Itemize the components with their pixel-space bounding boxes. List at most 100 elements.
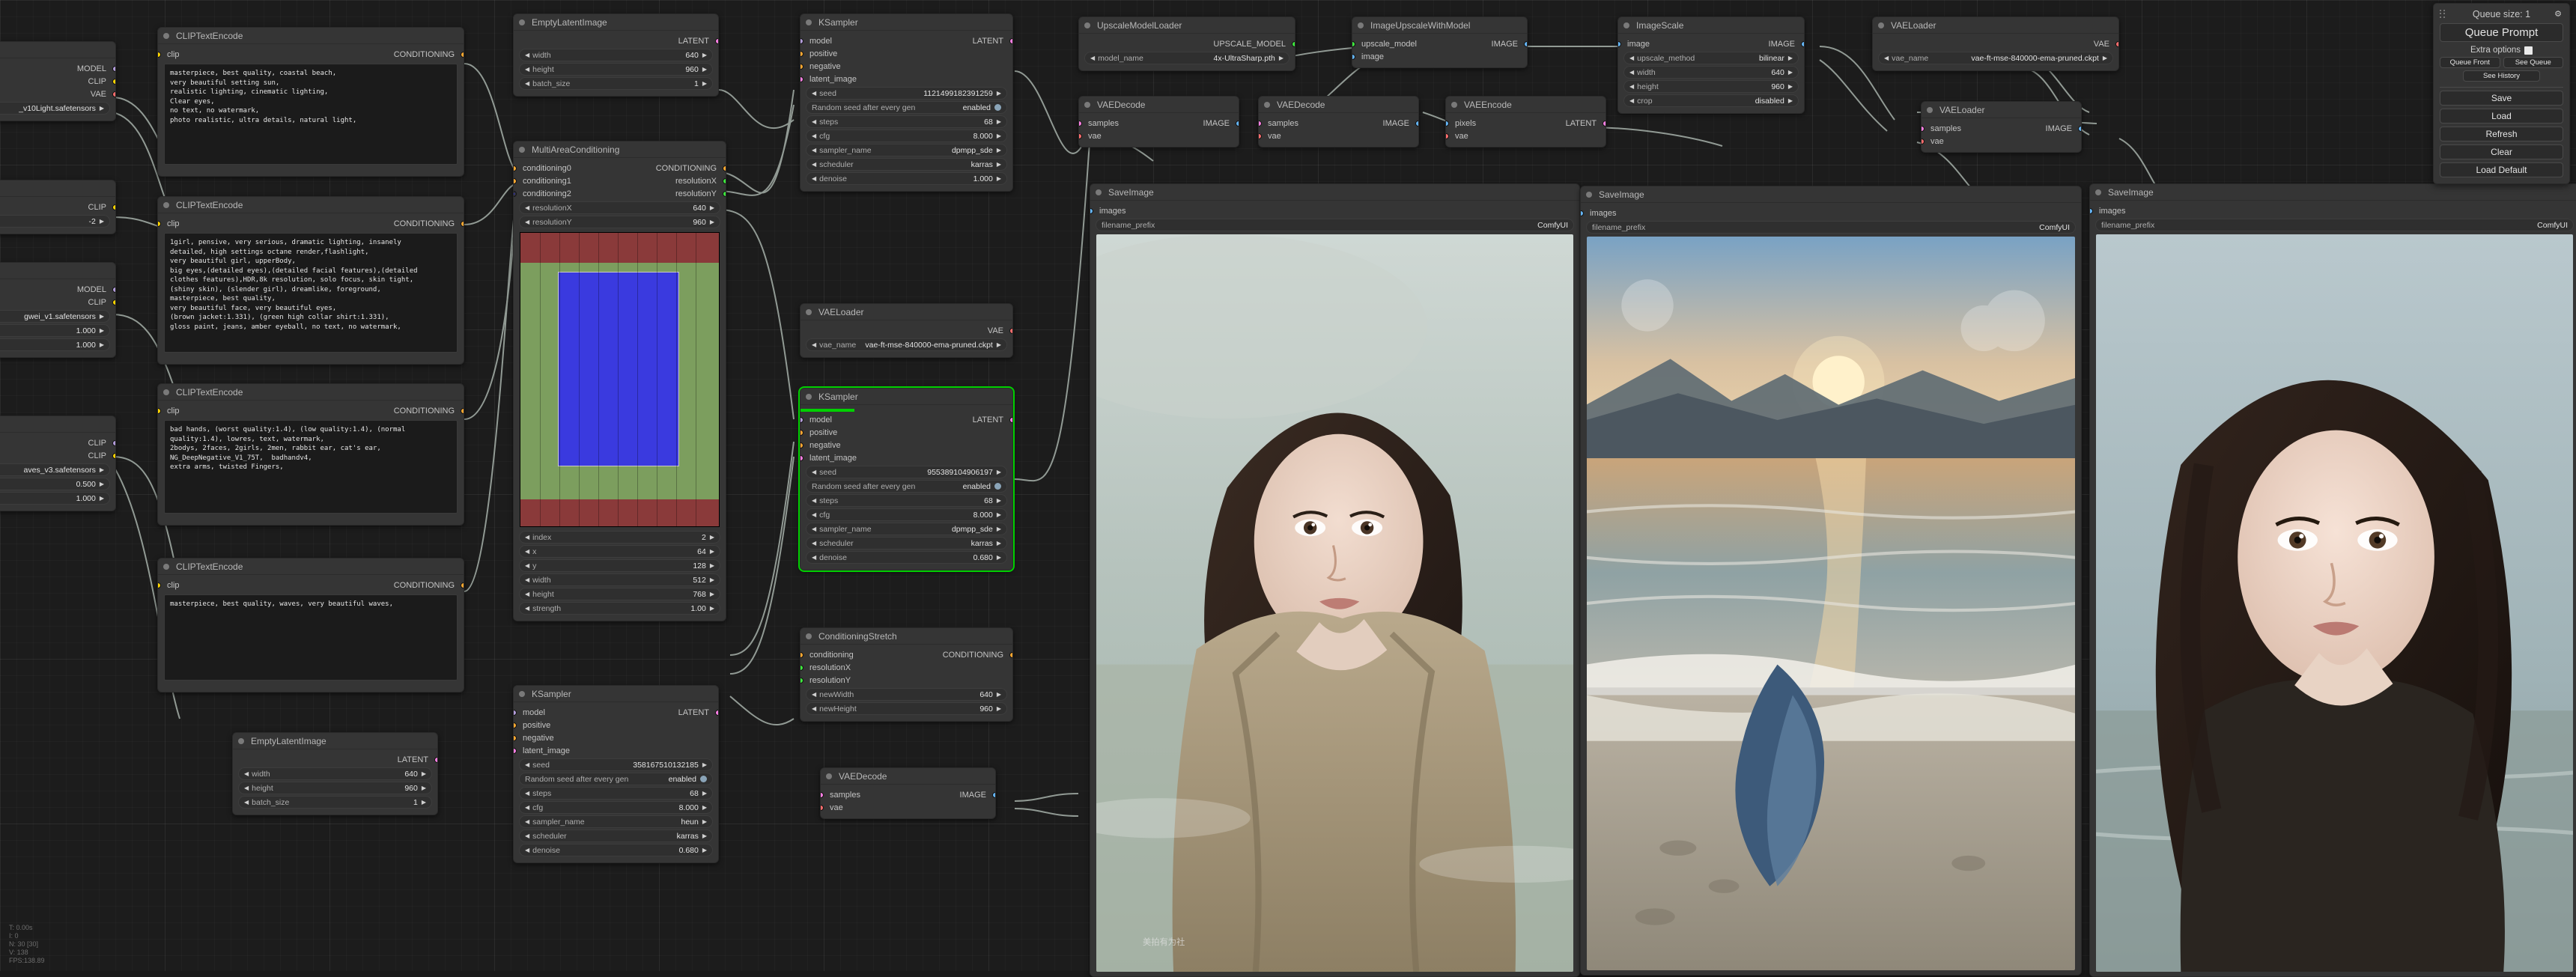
decrement-icon[interactable]: ◀ xyxy=(525,577,529,583)
increment-icon[interactable]: ▶ xyxy=(1788,98,1793,104)
decrement-icon[interactable]: ◀ xyxy=(525,762,529,768)
decrement-icon[interactable]: ◀ xyxy=(812,147,816,153)
slot-row[interactable]: clip CONDITIONING xyxy=(158,579,464,591)
slot-conditioning0[interactable]: conditioning0 CONDITIONING xyxy=(514,162,726,174)
comfyui-menu-panel[interactable]: Queue size: 1 ⚙ Queue Prompt Extra optio… xyxy=(2433,3,2570,184)
widget-upscale-method[interactable]: ◀ upscale_method bilinear ▶ xyxy=(1623,52,1799,64)
decrement-icon[interactable]: ◀ xyxy=(812,176,816,182)
slot-conditioning[interactable]: conditioning CONDITIONING xyxy=(801,648,1012,661)
extra-options-row[interactable]: Extra options xyxy=(2440,46,2563,55)
collapse-icon[interactable] xyxy=(519,19,525,25)
port-latent[interactable] xyxy=(1009,38,1013,44)
widget-strength-clip[interactable]: ◀ 1.000 ▶ xyxy=(0,492,110,505)
port-samples[interactable] xyxy=(1078,121,1082,127)
widget-width[interactable]: ◀ width 512 ▶ xyxy=(519,573,720,586)
node-vae-decode-a[interactable]: VAEDecode samples IMAGE vae xyxy=(1078,96,1239,147)
port-latent[interactable] xyxy=(434,757,438,763)
collapse-icon[interactable] xyxy=(163,33,169,39)
port-positive[interactable] xyxy=(800,430,804,436)
decrement-icon[interactable]: ◀ xyxy=(812,541,816,547)
increment-icon[interactable]: ▶ xyxy=(702,833,707,839)
port-image-out[interactable] xyxy=(1801,41,1805,47)
widget-ckpt-name[interactable]: ◀ _v10Light.safetensors ▶ xyxy=(0,102,110,115)
decrement-icon[interactable]: ◀ xyxy=(525,549,529,555)
collapse-icon[interactable] xyxy=(1358,22,1364,28)
save-button[interactable]: Save xyxy=(2440,91,2563,106)
widget-lora-name[interactable]: ◀ gwei_v1.safetensors ▶ xyxy=(0,310,110,323)
increment-icon[interactable]: ▶ xyxy=(710,205,714,211)
port-conditioning-out[interactable] xyxy=(1009,652,1013,658)
widget-cfg[interactable]: ◀ cfg 8.000 ▶ xyxy=(806,508,1007,521)
output-slot-vae[interactable]: VAE xyxy=(0,88,115,100)
port-positive[interactable] xyxy=(513,722,517,728)
widget-height[interactable]: ◀ height 960 ▶ xyxy=(1623,80,1799,93)
node-vae-decode-bottom[interactable]: VAEDecode samples IMAGE vae xyxy=(820,767,996,819)
node-clip-text-encode-4[interactable]: CLIPTextEncode clip CONDITIONING masterp… xyxy=(157,558,464,693)
slot-upscale-model[interactable]: upscale_model IMAGE xyxy=(1352,37,1527,50)
increment-icon[interactable]: ▶ xyxy=(710,219,714,225)
node-save-image-2[interactable]: SaveImage images filename_prefix ComfyUI xyxy=(1580,186,2082,976)
collapse-icon[interactable] xyxy=(2095,189,2101,195)
node-ksampler-bottom[interactable]: KSampler model LATENT positive negative … xyxy=(513,685,719,863)
decrement-icon[interactable]: ◀ xyxy=(244,800,249,806)
output-slot-model[interactable]: CLIP xyxy=(0,436,115,449)
increment-icon[interactable]: ▶ xyxy=(710,606,714,612)
increment-icon[interactable]: ▶ xyxy=(997,119,1001,125)
port-upscale-model[interactable] xyxy=(1352,41,1355,47)
widget-steps[interactable]: ◀ steps 68 ▶ xyxy=(806,494,1007,507)
port-latent-image[interactable] xyxy=(513,748,517,754)
see-queue-button[interactable]: See Queue xyxy=(2503,57,2564,68)
port-clip[interactable] xyxy=(112,204,116,210)
slot-positive[interactable]: positive xyxy=(514,719,718,731)
port-vae[interactable] xyxy=(1078,133,1082,139)
widget-cfg[interactable]: ◀ cfg 8.000 ▶ xyxy=(806,130,1007,142)
increment-icon[interactable]: ▶ xyxy=(100,314,104,320)
widget-steps[interactable]: ◀ steps 68 ▶ xyxy=(519,787,713,800)
port-latent[interactable] xyxy=(1603,121,1606,127)
port-samples[interactable] xyxy=(1258,121,1262,127)
node-conditioning-stretch[interactable]: ConditioningStretch conditioning CONDITI… xyxy=(800,627,1013,722)
output-slot-vae[interactable]: VAE xyxy=(801,324,1012,337)
port-resolutiony[interactable] xyxy=(723,191,726,197)
gear-icon[interactable]: ⚙ xyxy=(2554,9,2562,19)
increment-icon[interactable]: ▶ xyxy=(100,496,104,502)
decrement-icon[interactable]: ◀ xyxy=(1629,84,1634,90)
slot-latent-image[interactable]: latent_image xyxy=(801,73,1012,85)
node-vae-encode[interactable]: VAEEncode pixels LATENT vae xyxy=(1445,96,1606,147)
increment-icon[interactable]: ▶ xyxy=(1788,84,1793,90)
slot-image[interactable]: image IMAGE xyxy=(1618,37,1804,50)
slot-conditioning1[interactable]: conditioning1 resolutionX xyxy=(514,174,726,187)
widget-newheight[interactable]: ◀ newHeight 960 ▶ xyxy=(806,702,1007,715)
output-slot-clip[interactable]: CLIP xyxy=(0,449,115,462)
increment-icon[interactable]: ▶ xyxy=(2103,55,2107,61)
decrement-icon[interactable]: ◀ xyxy=(525,67,529,73)
increment-icon[interactable]: ▶ xyxy=(422,785,426,791)
port-images[interactable] xyxy=(1090,208,1093,214)
widget-resolutionx[interactable]: ◀ resolutionX 640 ▶ xyxy=(519,201,720,214)
extra-options-checkbox[interactable] xyxy=(2524,46,2533,55)
widget-crop[interactable]: ◀ crop disabled ▶ xyxy=(1623,94,1799,107)
collapse-icon[interactable] xyxy=(1084,22,1090,28)
port-vae[interactable] xyxy=(2115,41,2119,47)
port-latent[interactable] xyxy=(715,710,719,716)
increment-icon[interactable]: ▶ xyxy=(997,706,1001,712)
decrement-icon[interactable]: ◀ xyxy=(525,847,529,853)
port-model[interactable] xyxy=(112,66,116,72)
increment-icon[interactable]: ▶ xyxy=(710,563,714,569)
port-clip[interactable] xyxy=(112,453,116,459)
increment-icon[interactable]: ▶ xyxy=(710,549,714,555)
decrement-icon[interactable]: ◀ xyxy=(525,791,529,797)
slot-images[interactable]: images xyxy=(1581,207,2081,219)
increment-icon[interactable]: ▶ xyxy=(100,328,104,334)
node-save-image-3[interactable]: SaveImage images filename_prefix ComfyUI xyxy=(2089,183,2576,977)
port-image[interactable] xyxy=(992,792,996,798)
collapse-icon[interactable] xyxy=(1623,22,1629,28)
slot-vae[interactable]: vae xyxy=(1259,130,1418,142)
port-positive[interactable] xyxy=(800,51,804,57)
port-conditioning[interactable] xyxy=(461,408,464,414)
increment-icon[interactable]: ▶ xyxy=(422,771,426,777)
collapse-icon[interactable] xyxy=(1586,192,1592,198)
widget-batch-size[interactable]: ◀ batch_size 1 ▶ xyxy=(238,796,432,809)
decrement-icon[interactable]: ◀ xyxy=(812,706,816,712)
port-latent[interactable] xyxy=(1009,417,1013,423)
